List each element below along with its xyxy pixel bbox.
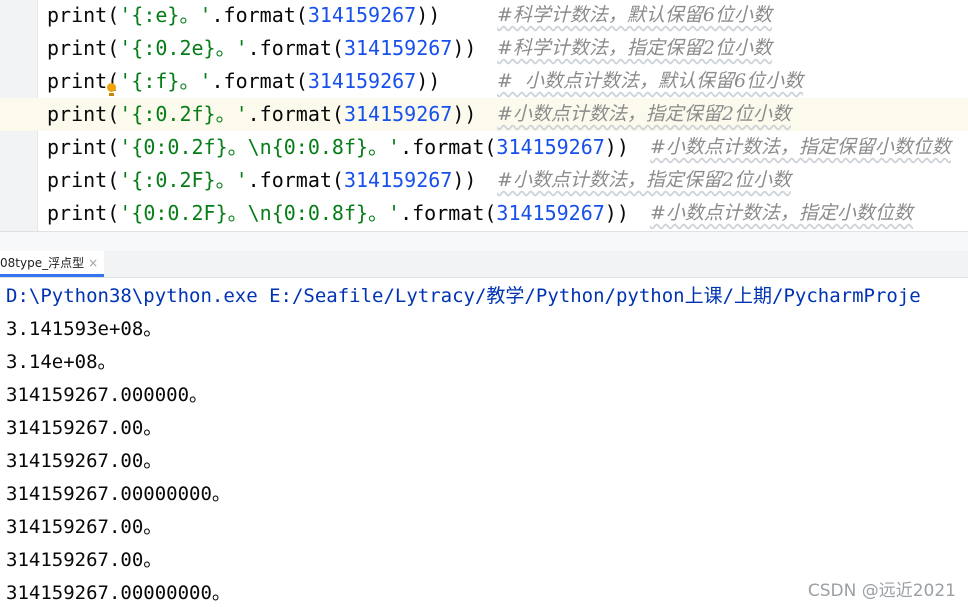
code-comment: #小数点计数法，指定小数位数 [650,202,913,224]
run-tab-label: 08type_浮点型 [0,256,85,270]
code-number: 314159267 [496,135,605,159]
code-number: 314159267 [343,168,453,192]
code-string: '{:0.2f}。' [119,102,248,126]
code-line-6[interactable]: print('{:0.2F}。'.format(314159267)) #小数点… [0,164,968,197]
console-output-line: 314159267.00。 [6,516,163,538]
code-close: )) [452,102,477,126]
code-comment: #小数点计数法，指定保留2位小数 [497,169,792,191]
run-tool-window-tabs: 08type_浮点型 × [0,251,968,278]
code-line-4-current[interactable]: print('{:0.2f}。'.format(314159267)) #小数点… [0,98,968,131]
code-format: .format( [400,201,497,225]
code-string: '{:0.2e}。' [119,36,248,60]
code-print: print( [47,201,120,225]
code-format: .format( [211,3,308,27]
code-format: .format( [211,69,308,93]
code-print: print( [47,3,120,27]
intention-bulb-base-icon [109,93,114,96]
code-line-7[interactable]: print('{0:0.2F}。\n{0:0.8f}。'.format(3141… [0,197,968,230]
code-number: 314159267 [307,69,417,93]
panel-divider[interactable] [0,231,968,251]
code-format: .format( [247,36,344,60]
code-string: '{:f}。' [119,69,212,93]
code-line-1[interactable]: print('{:e}。'.format(314159267)) #科学计数法，… [0,0,968,32]
code-print: print( [47,168,120,192]
code-close: )) [452,168,477,192]
code-comment: # 小数点计数法，默认保留6位小数 [497,70,804,92]
close-icon[interactable]: × [88,256,98,270]
console-output-line: 3.141593e+08。 [6,318,163,340]
code-close: )) [604,201,629,225]
intention-bulb-icon[interactable] [107,83,116,92]
console-output-line: 314159267.00。 [6,417,163,439]
code-editor[interactable]: print('{:e}。'.format(314159267)) #科学计数法，… [0,0,968,231]
code-line-3[interactable]: print('{:f}。'.format(314159267)) # 小数点计数… [0,65,968,98]
code-print: print( [47,135,120,159]
console-output-line: 314159267.00。 [6,549,163,571]
code-close: )) [452,36,477,60]
code-comment: #科学计数法，默认保留6位小数 [497,4,773,26]
code-number: 314159267 [496,201,605,225]
code-string: '{:0.2F}。' [119,168,248,192]
console-output-line: 3.14e+08。 [6,351,117,373]
console-output-line: 314159267.000000。 [6,384,209,406]
run-tab[interactable]: 08type_浮点型 × [0,251,105,277]
console-output-line: 314159267.00000000。 [6,582,231,604]
code-comment: #小数点计数法，指定保留2位小数 [497,103,792,125]
code-line-5[interactable]: print('{0:0.2f}。\n{0:0.8f}。'.format(3141… [0,131,968,164]
code-format: .format( [247,168,344,192]
run-console[interactable]: D:\Python38\python.exe E:/Seafile/Lytrac… [0,278,968,607]
code-format: .format( [400,135,497,159]
code-string: '{0:0.2F}。\n{0:0.8f}。' [119,201,401,225]
code-line-2[interactable]: print('{:0.2e}。'.format(314159267)) #科学计… [0,32,968,65]
code-format: .format( [247,102,344,126]
code-number: 314159267 [343,36,453,60]
code-string: '{:e}。' [119,3,212,27]
code-close: )) [416,3,441,27]
console-command-line: D:\Python38\python.exe E:/Seafile/Lytrac… [6,285,921,307]
console-output-line: 314159267.00。 [6,450,163,472]
code-close: )) [416,69,441,93]
code-string: '{0:0.2f}。\n{0:0.8f}。' [119,135,401,159]
code-comment: #小数点计数法，指定保留小数位数 [650,136,951,158]
code-print: print( [47,102,120,126]
code-number: 314159267 [343,102,453,126]
code-comment: #科学计数法，指定保留2位小数 [497,37,773,59]
csdn-watermark: CSDN @远近2021 [807,581,956,601]
code-number: 314159267 [307,3,417,27]
console-output-line: 314159267.00000000。 [6,483,231,505]
code-print: print( [47,36,120,60]
code-close: )) [604,135,629,159]
